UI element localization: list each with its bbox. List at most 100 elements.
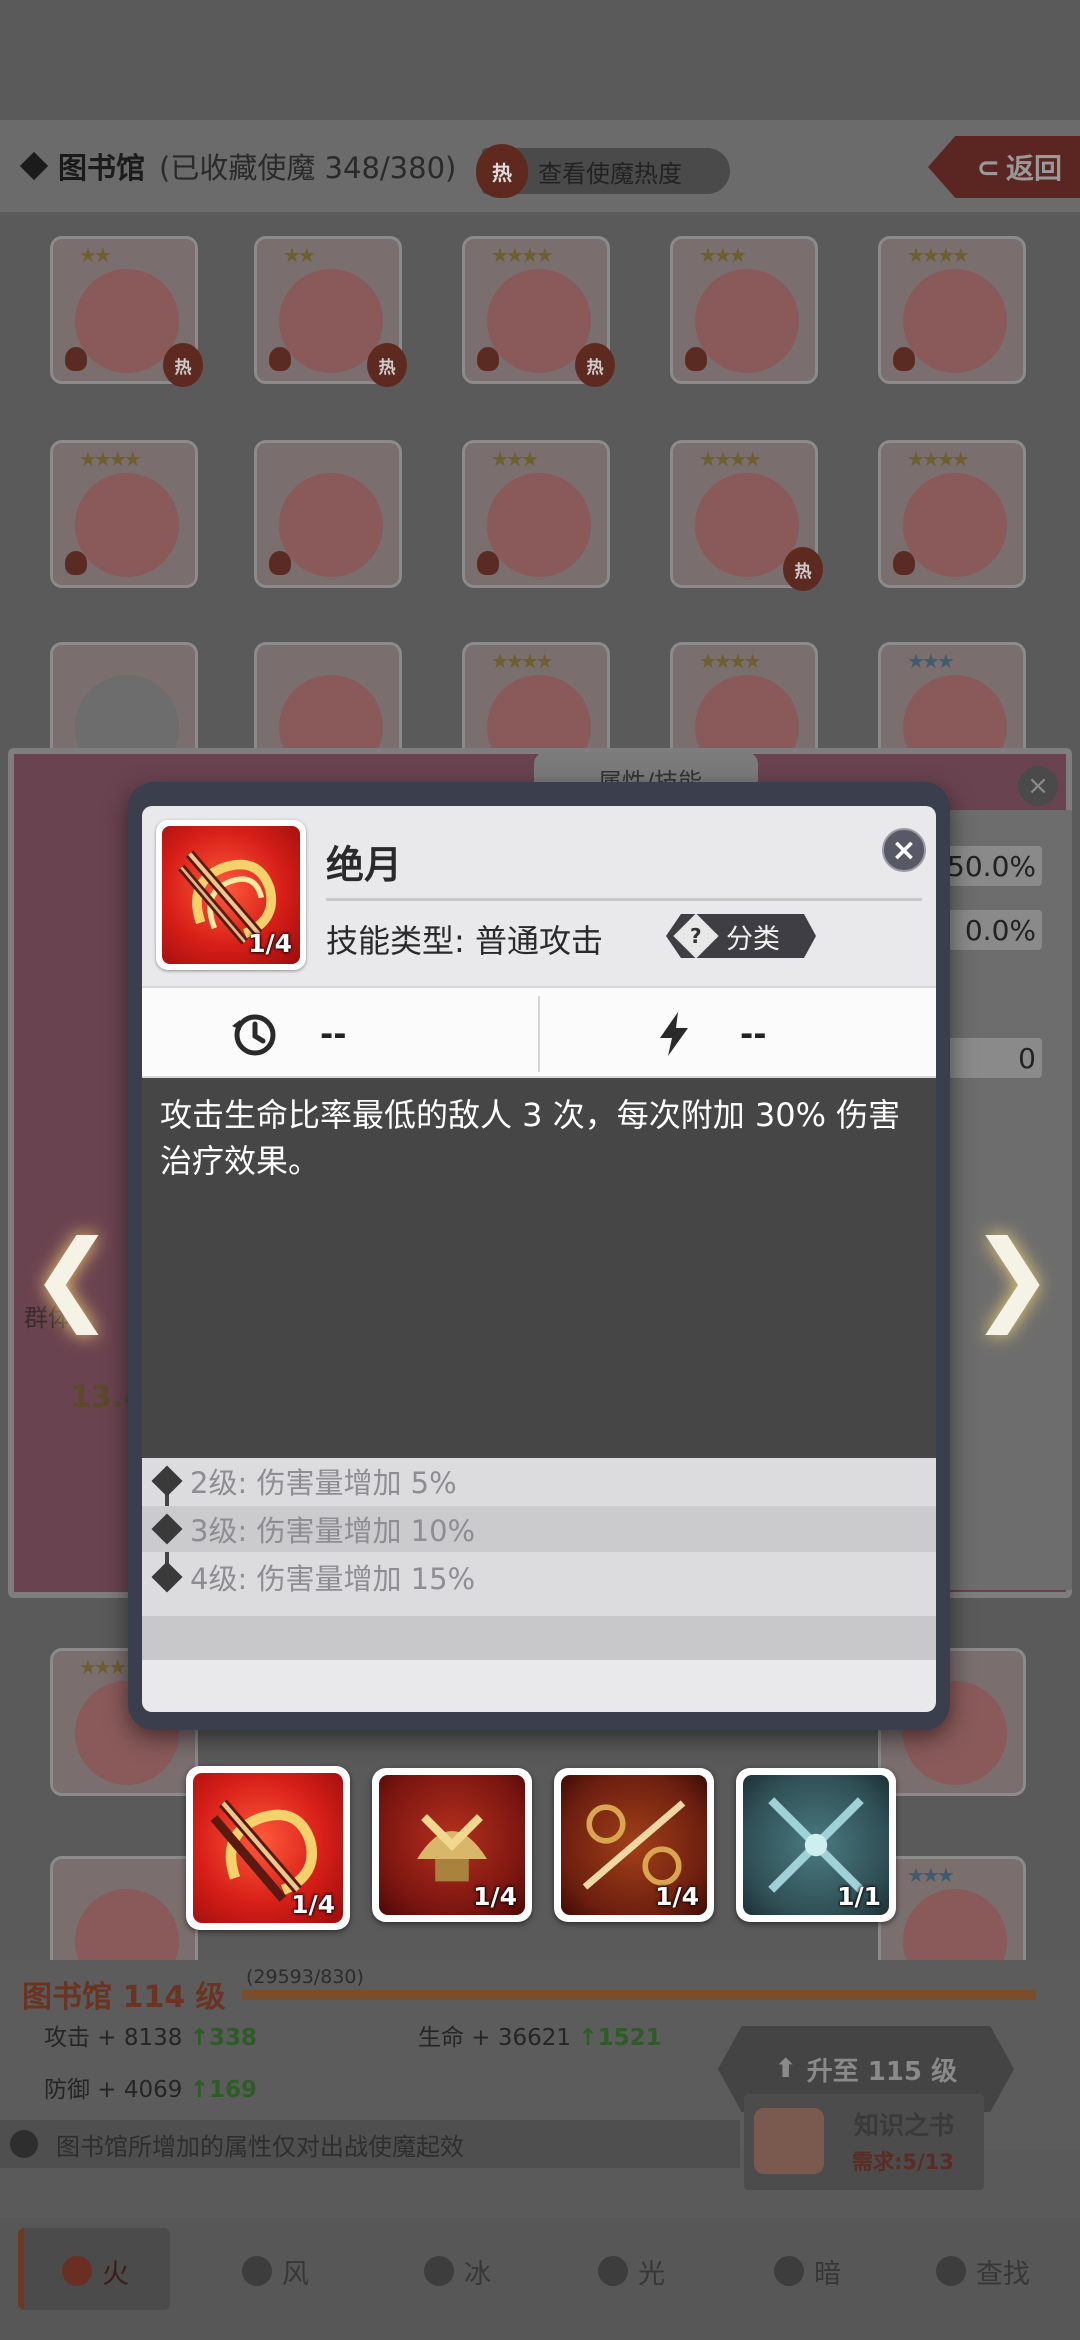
fire-element-icon xyxy=(269,347,291,371)
crossed-swords-moon-icon: 1/4 xyxy=(193,1773,343,1923)
dark-orb-icon xyxy=(774,2256,804,2286)
diamond-icon xyxy=(19,151,49,181)
wind-icon xyxy=(242,2256,272,2286)
cooldown-stat: -- xyxy=(228,988,347,1080)
up-arrow-icon: ↑ xyxy=(578,2025,598,2051)
tab-light[interactable]: 光 xyxy=(598,2236,665,2306)
fire-element-icon xyxy=(477,347,499,371)
tab-wind[interactable]: 风 xyxy=(242,2236,309,2306)
skill-slot-level: 1/1 xyxy=(837,1882,881,1911)
book-requirement: 需求:5/13 xyxy=(852,2150,954,2174)
knowledge-book-requirement: 知识之书 需求:5/13 xyxy=(744,2094,984,2190)
energy-value: -- xyxy=(740,1015,767,1053)
library-exp-bar xyxy=(242,1990,1036,2000)
familiar-portrait xyxy=(903,473,1007,577)
stars-icon: ★★★ xyxy=(491,447,539,471)
tab-dark[interactable]: 暗 xyxy=(774,2236,841,2306)
lightning-icon xyxy=(660,1012,688,1056)
familiar-card[interactable]: ★★★★ xyxy=(878,236,1026,384)
library-note: 图书馆所增加的属性仅对出战使魔起效 xyxy=(0,2120,740,2168)
question-icon: ? xyxy=(673,914,719,958)
up-arrow-icon: ⬆ xyxy=(774,2054,797,2084)
level-row: 4级: 伤害量增加 15% xyxy=(142,1554,936,1600)
fire-element-icon xyxy=(477,551,499,575)
familiar-portrait xyxy=(487,473,591,577)
page-title: 图书馆 xyxy=(58,151,146,185)
skill-stats-row: -- -- xyxy=(142,986,936,1078)
stars-icon: ★★★ xyxy=(907,1863,955,1887)
familiar-portrait xyxy=(279,473,383,577)
detail-stat-value: 50.0% xyxy=(938,846,1042,886)
skill-slot-2[interactable]: 1/4 xyxy=(372,1768,532,1922)
fire-element-icon xyxy=(269,551,291,575)
clock-history-icon xyxy=(232,1014,276,1056)
water-drop-icon xyxy=(424,2256,454,2286)
close-button[interactable]: × xyxy=(882,828,926,872)
skill-icon: 1/4 xyxy=(156,820,306,970)
stars-icon: ★★★★ xyxy=(699,649,762,673)
stars-icon: ★★★★ xyxy=(699,447,762,471)
crossed-swords-moon-icon: 1/4 xyxy=(162,826,300,964)
collection-count: (已收藏使魔 348/380) xyxy=(159,151,457,185)
previous-arrow-icon[interactable]: ❮ xyxy=(30,1222,114,1332)
library-title: 图书馆 (已收藏使魔 348/380) xyxy=(19,145,457,187)
fire-element-icon xyxy=(893,347,915,371)
familiar-card[interactable]: ★★★★ 热 xyxy=(670,440,823,591)
category-button[interactable]: ? 分类 xyxy=(666,914,816,958)
stars-icon: ★★★★ xyxy=(491,649,554,673)
diamond-icon xyxy=(151,1513,183,1545)
tab-search[interactable]: 查找 xyxy=(936,2236,1030,2306)
familiar-portrait xyxy=(75,473,179,577)
stars-icon: ★★★ xyxy=(699,243,747,267)
skill-slot-4[interactable]: 1/1 xyxy=(736,1768,896,1922)
familiar-portrait xyxy=(903,269,1007,373)
hot-flame-icon: 热 xyxy=(476,144,528,198)
familiar-card[interactable]: ★★★★ xyxy=(878,440,1026,588)
view-popularity-button[interactable]: 热 查看使魔热度 xyxy=(476,144,730,198)
familiar-card[interactable]: ★★★★ 热 xyxy=(462,236,615,387)
back-button[interactable]: ⊂ 返回 xyxy=(928,136,1080,198)
familiar-card[interactable]: ★★ 热 xyxy=(254,236,407,387)
diamond-icon xyxy=(151,1561,183,1593)
hot-badge: 热 xyxy=(163,343,203,387)
level-row-empty xyxy=(142,1616,936,1660)
familiar-card[interactable]: ★★★ xyxy=(462,440,610,588)
familiar-card[interactable] xyxy=(254,440,402,588)
sun-icon xyxy=(598,2256,628,2286)
stars-icon: ★★★ xyxy=(907,649,955,673)
level-row: 2级: 伤害量增加 5% xyxy=(142,1458,936,1504)
tab-ice[interactable]: 冰 xyxy=(424,2236,491,2306)
familiar-card[interactable]: ★★★ xyxy=(670,236,818,384)
search-icon xyxy=(936,2256,966,2286)
fire-element-icon xyxy=(893,551,915,575)
stars-icon: ★★★★ xyxy=(907,243,970,267)
detail-stat-value: 0 xyxy=(938,1038,1042,1078)
familiar-card[interactable]: ★★ 热 xyxy=(50,236,203,387)
library-exp: (29593/830) xyxy=(246,1966,364,1988)
cooldown-value: -- xyxy=(320,1015,347,1053)
crossed-blades-icon: 1/1 xyxy=(743,1775,889,1915)
stars-icon: ★★★★ xyxy=(907,447,970,471)
next-arrow-icon[interactable]: ❯ xyxy=(970,1222,1054,1332)
hot-badge: 热 xyxy=(367,343,407,387)
up-arrow-icon: ↑ xyxy=(189,2077,210,2103)
stars-icon: ★★★ xyxy=(79,1655,127,1679)
library-level: 图书馆 114 级 xyxy=(22,1980,226,2015)
familiar-portrait xyxy=(695,269,799,373)
skill-slot-level: 1/4 xyxy=(655,1882,699,1911)
hot-badge: 热 xyxy=(783,547,823,591)
skill-slot-3[interactable]: 1/4 xyxy=(554,1768,714,1922)
familiar-card[interactable]: ★★★★ xyxy=(50,440,198,588)
book-icon xyxy=(754,2108,824,2174)
library-hp: 生命 + 36621 ↑1521 xyxy=(418,2025,662,2051)
level-row: 3级: 伤害量增加 10% xyxy=(142,1506,936,1552)
skill-slot-level: 1/4 xyxy=(291,1890,335,1919)
divider xyxy=(538,996,540,1072)
tab-fire[interactable]: 火 xyxy=(62,2236,129,2306)
detail-close-button[interactable]: × xyxy=(1018,766,1058,806)
skill-name: 绝月 xyxy=(326,843,403,887)
stars-icon: ★★ xyxy=(283,243,316,267)
info-icon xyxy=(10,2130,38,2158)
skill-slot-1[interactable]: 1/4 xyxy=(186,1766,350,1930)
divider xyxy=(326,898,922,901)
